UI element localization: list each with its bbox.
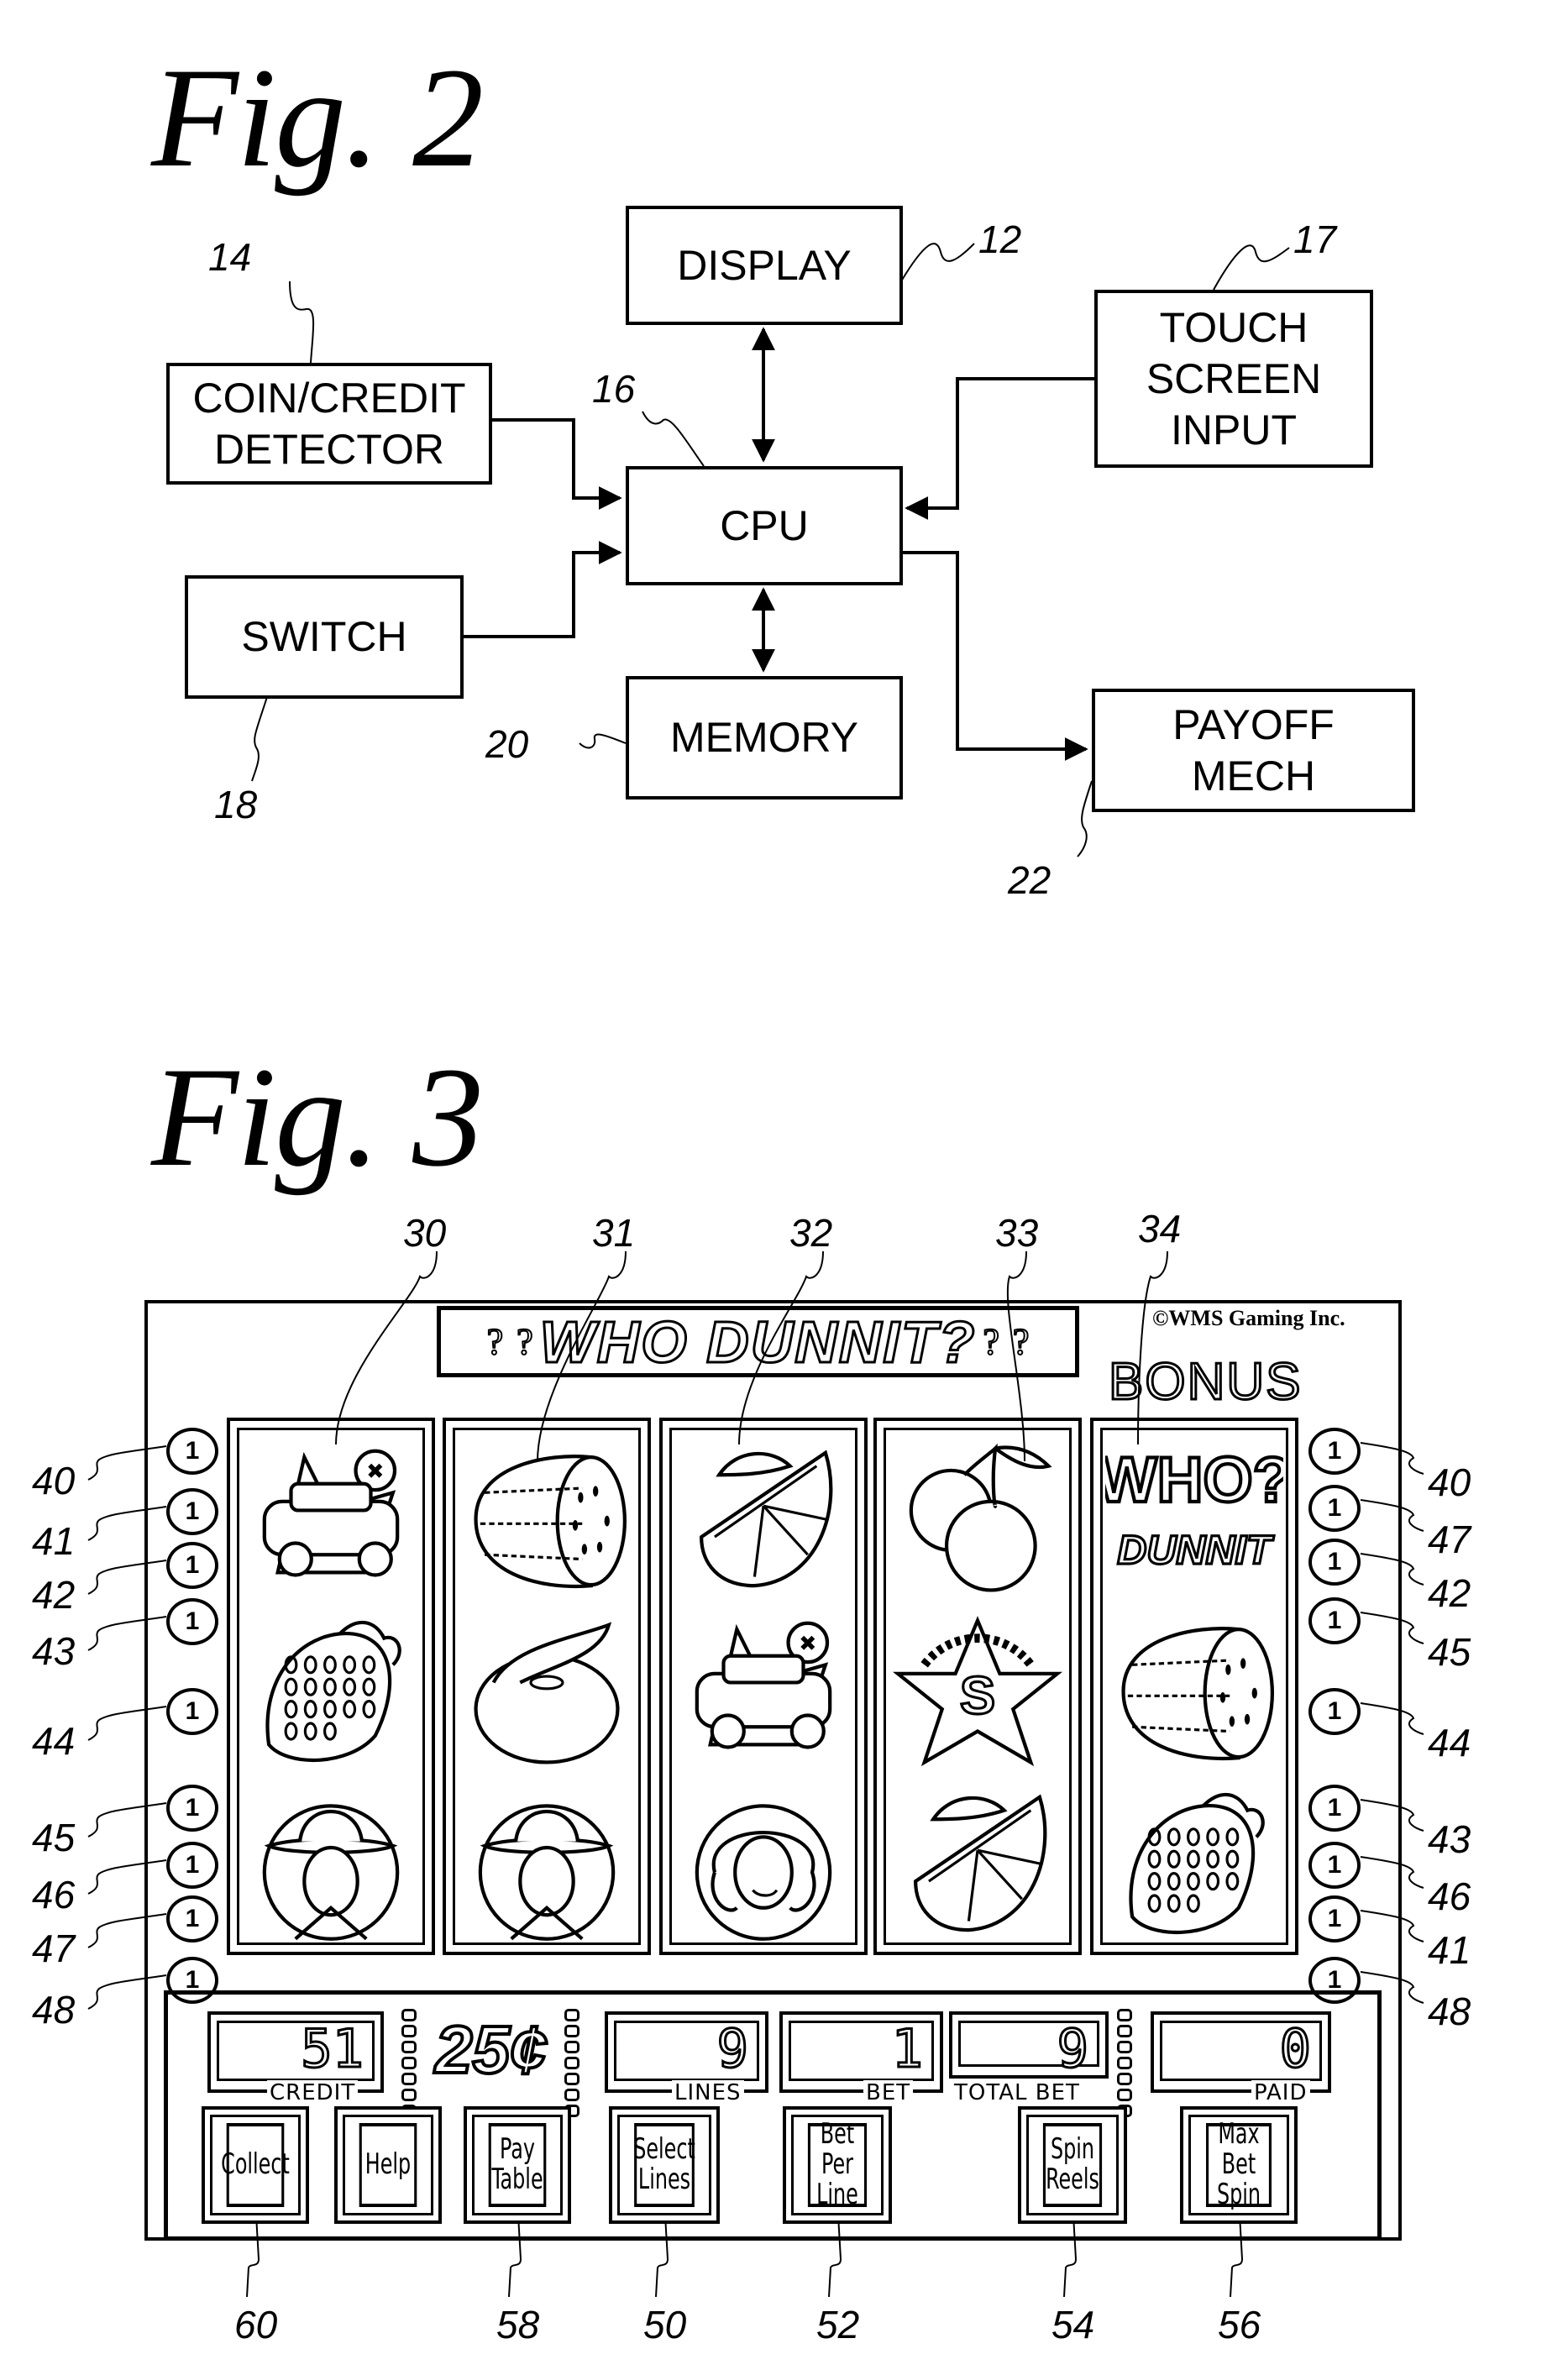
spin-reels-button-label: Spin Reels [1042, 2123, 1103, 2207]
credit-label: CREDIT [267, 2080, 359, 2105]
leader-line [87, 1974, 167, 2010]
leader-line [87, 1913, 167, 1948]
leader-line [87, 1802, 167, 1838]
ref-52: 52 [816, 2303, 860, 2346]
leader-line [87, 1706, 167, 1741]
leader-line [1006, 1250, 1027, 1462]
indicator-lights-total [1117, 2009, 1132, 2117]
leader-line [87, 1616, 167, 1651]
bet-meter: 1 [779, 2011, 943, 2093]
indicator-lights-right [564, 2009, 579, 2117]
leader-line [738, 1250, 824, 1445]
leader-line [1360, 1910, 1424, 1942]
leader-line [335, 1250, 438, 1445]
paid-value: 0 [1278, 2018, 1312, 2079]
max-bet-spin-button-label: Max Bet Spin [1206, 2120, 1272, 2210]
total-bet-value: 9 [1056, 2018, 1089, 2079]
pay-table-button-label: Pay Table [488, 2123, 547, 2207]
ref-58: 58 [496, 2303, 540, 2346]
leader-line [1360, 1612, 1424, 1644]
lines-label: LINES [672, 2080, 744, 2105]
leader-line [1360, 1856, 1424, 1889]
ref-50: 50 [643, 2303, 687, 2346]
credit-value: 51 [300, 2018, 365, 2079]
indicator-lights-left [401, 2009, 417, 2117]
collect-button-label: Collect [221, 2123, 290, 2207]
leader-line [537, 1250, 627, 1462]
leader-line [87, 1560, 167, 1595]
leader-line [87, 1859, 167, 1895]
leader-line [1360, 1702, 1424, 1735]
pay-table-button[interactable]: Pay Table [464, 2106, 571, 2224]
bet-per-line-button[interactable]: Bet Per Line [783, 2106, 892, 2224]
bet-value: 1 [890, 2018, 924, 2079]
leader-line [1137, 1250, 1168, 1445]
help-button-label: Help [359, 2123, 417, 2207]
total-bet-label: TOTAL BET [952, 2080, 1083, 2105]
lines-value: 9 [716, 2018, 749, 2079]
leader-line [1360, 1799, 1424, 1832]
help-button[interactable]: Help [334, 2106, 442, 2224]
select-lines-button-label: Select Lines [633, 2123, 695, 2207]
leader-line [1360, 1442, 1424, 1475]
collect-button[interactable]: Collect [202, 2106, 309, 2224]
ref-54: 54 [1051, 2303, 1095, 2346]
spin-reels-button[interactable]: Spin Reels [1018, 2106, 1127, 2224]
leader-line [1360, 1553, 1424, 1586]
ref-56: 56 [1218, 2303, 1261, 2346]
select-lines-button[interactable]: Select Lines [609, 2106, 720, 2224]
bet-per-line-button-label: Bet Per Line [807, 2120, 868, 2210]
leader-line [87, 1506, 167, 1541]
ref-60: 60 [234, 2303, 278, 2346]
leader-line [87, 1445, 167, 1481]
denomination-label: 25¢ [433, 2011, 548, 2089]
total-bet-meter: 9 [949, 2011, 1109, 2079]
max-bet-spin-button[interactable]: Max Bet Spin [1180, 2106, 1298, 2224]
leader-line [1360, 1499, 1424, 1532]
bet-label: BET [863, 2080, 914, 2105]
paid-label: PAID [1251, 2080, 1310, 2105]
